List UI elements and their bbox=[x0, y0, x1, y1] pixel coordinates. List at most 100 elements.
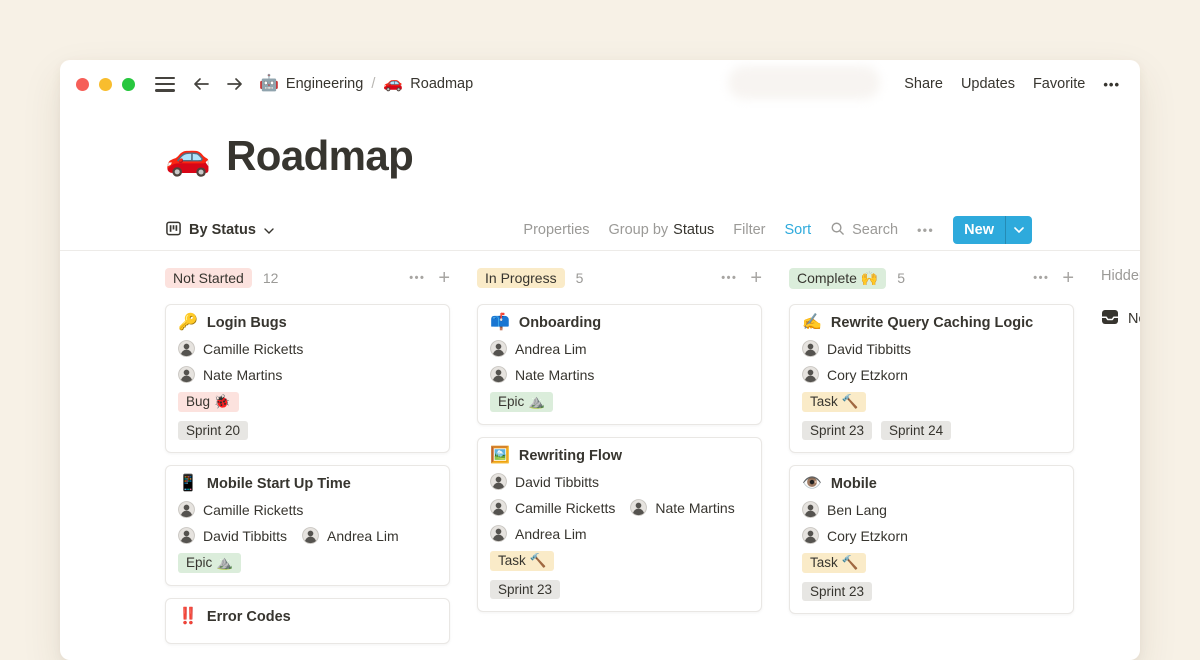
column-more-icon[interactable]: ••• bbox=[409, 272, 425, 284]
new-button-chevron[interactable] bbox=[1006, 216, 1032, 244]
person-name: Ben Lang bbox=[827, 502, 887, 518]
tag-sprint-23: Sprint 23 bbox=[802, 582, 872, 601]
person-name: David Tibbitts bbox=[827, 341, 911, 357]
minimize-button[interactable] bbox=[99, 78, 112, 91]
board-card-rewrite-query-caching-logic[interactable]: ✍️Rewrite Query Caching Logic David Tibbi… bbox=[789, 304, 1074, 453]
person-chip: Nate Martins bbox=[490, 366, 594, 383]
avatar bbox=[490, 366, 507, 383]
properties-button[interactable]: Properties bbox=[523, 222, 589, 238]
avatar bbox=[490, 340, 507, 357]
group-by-button[interactable]: Group by Status bbox=[609, 222, 715, 238]
add-card-icon[interactable]: + bbox=[1062, 268, 1074, 288]
new-button[interactable]: New bbox=[953, 216, 1032, 244]
mailbox-icon: 📫 bbox=[490, 315, 510, 331]
board-card-login-bugs[interactable]: 🔑Login Bugs Camille Ricketts Nate Martins B… bbox=[165, 304, 450, 453]
avatar bbox=[802, 501, 819, 518]
avatar bbox=[302, 527, 319, 544]
titlebar-more-icon[interactable]: ••• bbox=[1103, 77, 1120, 92]
person-chip: David Tibbitts bbox=[490, 473, 599, 490]
avatar bbox=[490, 473, 507, 490]
search-button[interactable]: Search bbox=[830, 221, 898, 240]
person-chip: Camille Ricketts bbox=[178, 501, 303, 518]
person-chip: David Tibbitts bbox=[178, 527, 287, 544]
person-row: Andrea Lim bbox=[490, 525, 749, 542]
person-row: Camille Ricketts bbox=[178, 340, 437, 357]
tag-sprint-24: Sprint 24 bbox=[881, 421, 951, 440]
writing-hand-icon: ✍️ bbox=[802, 315, 822, 331]
card-list: ✍️Rewrite Query Caching Logic David Tibbi… bbox=[789, 304, 1074, 614]
search-icon bbox=[830, 221, 845, 240]
person-chip: Andrea Lim bbox=[302, 527, 399, 544]
tag-row: Task 🔨 bbox=[802, 553, 1061, 573]
tag-task: Task 🔨 bbox=[802, 553, 866, 573]
board-card-onboarding[interactable]: 📫OnboardingAndrea LimNate MartinsEpic ⛰️ bbox=[477, 304, 762, 425]
kanban-board: Not Started12•••+🔑Login BugsCamille Rick… bbox=[165, 265, 1140, 644]
avatar bbox=[802, 527, 819, 544]
column-more-icon[interactable]: ••• bbox=[1033, 272, 1049, 284]
sidebar-menu-icon[interactable] bbox=[155, 77, 175, 92]
board-card-mobile-start-up-time[interactable]: 📱Mobile Start Up Time Camille Ricketts Dav… bbox=[165, 465, 450, 586]
person-name: Camille Ricketts bbox=[203, 341, 303, 357]
back-arrow-icon[interactable] bbox=[192, 76, 211, 92]
card-title: 🔑Login Bugs bbox=[178, 315, 437, 331]
view-switcher[interactable]: By Status bbox=[166, 221, 274, 240]
column-count: 5 bbox=[576, 270, 584, 286]
column-status-badge[interactable]: Not Started bbox=[165, 268, 252, 288]
tag-row: Bug 🐞 bbox=[178, 392, 437, 412]
breadcrumb-item-roadmap[interactable]: 🚗Roadmap bbox=[383, 76, 473, 92]
board-card-mobile[interactable]: 👁️MobileBen LangCory EtzkornTask 🔨Sprint… bbox=[789, 465, 1074, 614]
column-more-icon[interactable]: ••• bbox=[721, 272, 737, 284]
hidden-column-no-status[interactable]: No bbox=[1101, 309, 1140, 329]
forward-arrow-icon[interactable] bbox=[225, 76, 244, 92]
avatar bbox=[490, 499, 507, 516]
person-name: Nate Martins bbox=[203, 367, 282, 383]
person-name: Camille Ricketts bbox=[515, 500, 615, 516]
zoom-button[interactable] bbox=[122, 78, 135, 91]
toolbar-divider bbox=[60, 250, 1140, 251]
avatar bbox=[802, 340, 819, 357]
double-exclamation-icon: ‼️ bbox=[178, 609, 198, 625]
person-row: Cory Etzkorn bbox=[802, 366, 1061, 383]
person-name: Andrea Lim bbox=[515, 341, 587, 357]
person-name: Nate Martins bbox=[655, 500, 734, 516]
chevron-down-icon bbox=[264, 222, 274, 238]
board-card-rewriting-flow[interactable]: 🖼️Rewriting FlowDavid TibbittsCamille Ri… bbox=[477, 437, 762, 612]
card-title: ✍️Rewrite Query Caching Logic bbox=[802, 315, 1061, 331]
add-card-icon[interactable]: + bbox=[438, 268, 450, 288]
updates-button[interactable]: Updates bbox=[961, 76, 1015, 92]
add-card-icon[interactable]: + bbox=[750, 268, 762, 288]
card-title: 📱Mobile Start Up Time bbox=[178, 476, 437, 492]
share-button[interactable]: Share bbox=[904, 76, 943, 92]
column-status-badge[interactable]: Complete 🙌 bbox=[789, 268, 886, 289]
key-icon: 🔑 bbox=[178, 315, 198, 331]
page-title: 🚗 Roadmap bbox=[165, 132, 413, 180]
filter-button[interactable]: Filter bbox=[733, 222, 765, 238]
person-chip: Cory Etzkorn bbox=[802, 366, 908, 383]
breadcrumb-separator: / bbox=[371, 76, 375, 92]
person-name: Cory Etzkorn bbox=[827, 528, 908, 544]
tag-row: Epic ⛰️ bbox=[178, 553, 437, 573]
card-title-text: Onboarding bbox=[519, 315, 601, 331]
card-title-text: Rewriting Flow bbox=[519, 448, 622, 464]
person-chip: Andrea Lim bbox=[490, 525, 587, 542]
column-status-badge[interactable]: In Progress bbox=[477, 268, 565, 288]
card-title-text: Error Codes bbox=[207, 609, 291, 625]
card-title-text: Mobile Start Up Time bbox=[207, 476, 351, 492]
toolbar-more-icon[interactable]: ••• bbox=[917, 223, 934, 237]
tag-task: Task 🔨 bbox=[802, 392, 866, 412]
favorite-button[interactable]: Favorite bbox=[1033, 76, 1085, 92]
board-view-icon bbox=[166, 221, 181, 240]
board-card-error-codes[interactable]: ‼️ Error Codes bbox=[165, 598, 450, 644]
person-row: Nate Martins bbox=[490, 366, 749, 383]
breadcrumb-item-engineering[interactable]: 🤖Engineering bbox=[259, 76, 363, 92]
avatar bbox=[630, 499, 647, 516]
avatar bbox=[178, 340, 195, 357]
person-row: David Tibbitts Andrea Lim bbox=[178, 527, 437, 544]
page-title-text: Roadmap bbox=[226, 132, 413, 180]
new-button-label: New bbox=[953, 216, 1005, 244]
column-header: Not Started12•••+ bbox=[165, 265, 450, 291]
card-list: 📫OnboardingAndrea LimNate MartinsEpic ⛰️… bbox=[477, 304, 762, 612]
sort-button[interactable]: Sort bbox=[785, 222, 812, 238]
person-chip: Andrea Lim bbox=[490, 340, 587, 357]
close-button[interactable] bbox=[76, 78, 89, 91]
